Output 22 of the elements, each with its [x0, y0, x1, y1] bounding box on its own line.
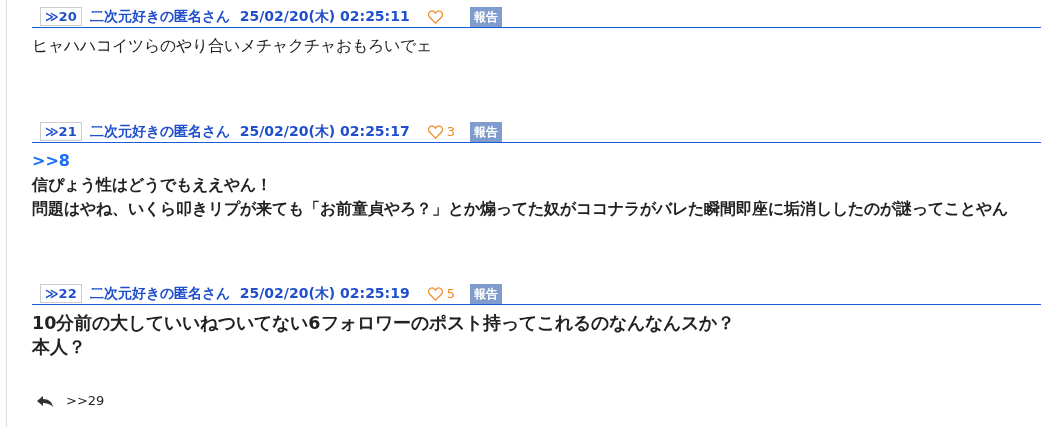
post-text: 信ぴょう性はどうでもええやん！ — [32, 174, 273, 196]
like-count: 3 — [446, 122, 455, 141]
post-number-link[interactable]: ≫22 — [40, 284, 82, 303]
post-text: 問題はやね、いくら叩きリプが来ても「お前童貞やろ？」とか煽ってた奴がココナラがバレた瞬間即座に垢消ししたのが謎ってことやん — [32, 198, 1009, 220]
post-date: 25/02/20(木) 02:25:19 — [239, 284, 410, 303]
post-number-link[interactable]: ≫21 — [40, 122, 82, 141]
post-text: 10分前の大していいねついてない6フォロワーのポスト持ってこれるのなんなんスか？ — [32, 312, 736, 335]
post-number-link[interactable]: ≫20 — [40, 7, 82, 26]
post-text: 本人？ — [32, 336, 87, 359]
reply-anchor-link[interactable]: >>8 — [32, 149, 1041, 173]
author-name: 二次元好きの匿名さん — [89, 284, 230, 303]
reply-link[interactable]: >>29 — [66, 391, 105, 411]
heart-icon[interactable] — [427, 9, 443, 24]
author-name: 二次元好きの匿名さん — [89, 122, 230, 141]
like-count: 5 — [446, 284, 455, 303]
heart-icon[interactable] — [427, 286, 443, 301]
heart-icon[interactable] — [427, 124, 443, 139]
post-date: 25/02/20(木) 02:25:17 — [239, 122, 410, 141]
post-text: ヒャハハコイツらのやり合いメチャクチャおもろいでェ — [32, 35, 433, 57]
author-name: 二次元好きの匿名さん — [89, 7, 230, 26]
post-date: 25/02/20(木) 02:25:11 — [239, 7, 410, 26]
reply-icon — [36, 393, 56, 408]
